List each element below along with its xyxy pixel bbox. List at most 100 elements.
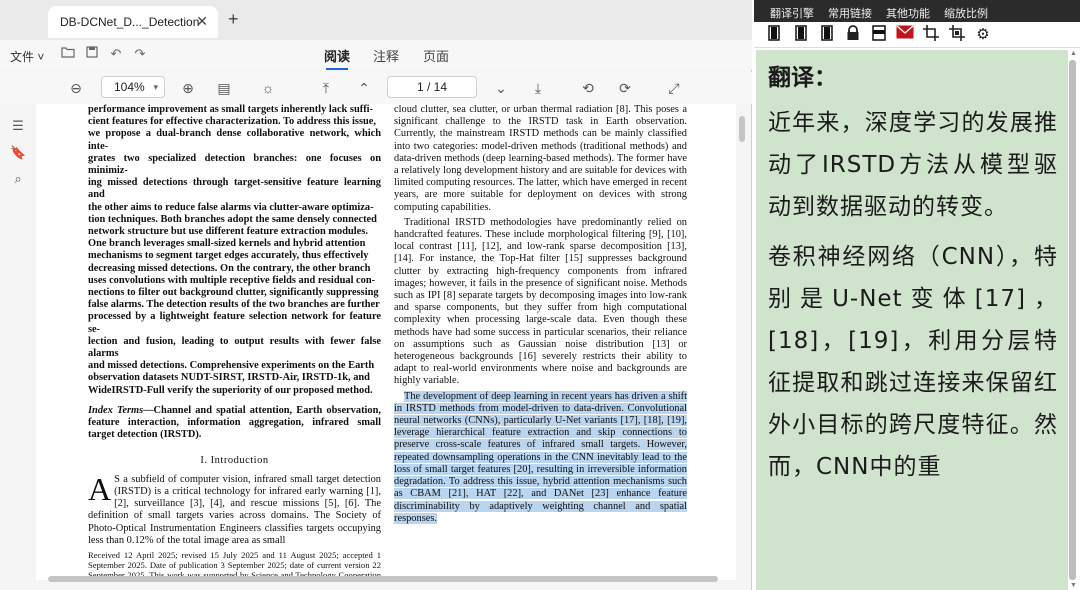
zoom-select[interactable]: 104% ▾ (101, 76, 165, 98)
gear-icon[interactable]: ⚙ (973, 25, 993, 45)
page-number-input[interactable]: 1 / 14 (387, 76, 477, 98)
page-separator: / (426, 80, 431, 94)
last-page-icon[interactable]: ⤓ (528, 78, 548, 98)
abstract-line: performance improvement as small targets… (88, 104, 374, 115)
open-folder-icon[interactable] (60, 46, 76, 62)
fullscreen-icon[interactable]: ⤢ (664, 78, 684, 98)
doc-icon[interactable] (764, 25, 784, 45)
abstract-line: uses convolutions with multiple receptiv… (88, 274, 376, 286)
bookmark-icon[interactable]: 🔖 (10, 145, 26, 161)
abstract-line: ing missed detections through target-sen… (88, 177, 381, 201)
file-menu-label: 文件 (10, 50, 35, 64)
brightness-icon[interactable]: ☼ (258, 78, 278, 98)
doc-icon[interactable] (817, 25, 837, 45)
close-tab-icon[interactable]: ✕ (196, 13, 208, 30)
menu-translation-engine[interactable]: 翻译引擎 (770, 5, 814, 21)
menu-bar: 文件 ˅ ↶ ↷ 阅读 注释 页面 (0, 40, 752, 70)
abstract-line: grates two specialized detection branche… (88, 152, 381, 177)
vertical-scrollbar[interactable] (738, 104, 746, 580)
rotate-left-icon[interactable]: ⟲ (578, 78, 598, 98)
file-menu[interactable]: 文件 ˅ (10, 48, 44, 65)
right-paragraph-3-selected[interactable]: The development of deep learning in rece… (394, 390, 687, 525)
index-terms: Index Terms—Channel and spatial attentio… (88, 405, 381, 442)
total-pages: 14 (433, 80, 448, 94)
next-page-icon[interactable]: ⌄ (491, 78, 511, 98)
pdf-toolbar: ⊖ 104% ▾ ⊕ ▤ ☼ ⤒ ⌃ 1 / 14 ⌄ ⤓ ⟲ ⟳ ⤢ (0, 72, 752, 104)
translation-scrollbar[interactable] (1068, 60, 1076, 580)
redo-icon[interactable]: ↷ (132, 46, 148, 62)
tab-read[interactable]: 阅读 (324, 46, 350, 70)
tab-pages[interactable]: 页面 (423, 46, 449, 65)
document-tab-title: DB-DCNet_D..._Detection (60, 15, 200, 29)
app-root: DB-DCNet_D..._Detection ✕ + 文件 ˅ ↶ ↷ 阅读 … (0, 0, 1080, 590)
translation-paragraph-1: 近年来，深度学习的发展推动了IRSTD方法从模型驱动到数据驱动的转变。 (768, 110, 1058, 220)
abstract-line: processed by a lightweight feature selec… (88, 311, 381, 335)
abstract-text: performance improvement as small targets… (88, 104, 381, 397)
left-sidebar: ☰ 🔖 ⌕ (0, 104, 36, 590)
tab-annotate[interactable]: 注释 (373, 46, 399, 65)
menu-other-functions[interactable]: 其他功能 (886, 5, 930, 21)
previous-page-icon[interactable]: ⌃ (354, 78, 374, 98)
rotate-right-icon[interactable]: ⟳ (615, 78, 635, 98)
search-icon[interactable]: ⌕ (10, 171, 26, 187)
abstract-line: lection and fusion, leading to output re… (88, 335, 381, 360)
document-tab[interactable]: DB-DCNet_D..._Detection ✕ (48, 6, 218, 38)
scroll-up-icon[interactable]: ▲ (1070, 50, 1077, 57)
doc-icon[interactable] (791, 25, 811, 45)
page-layout-icon[interactable]: ▤ (214, 78, 234, 98)
first-page-icon[interactable]: ⤒ (316, 78, 336, 98)
translation-panel: 翻译引擎 常用链接 其他功能 缩放比例 ⚙ 翻译： 近年来，深度学习的发展推动了… (754, 0, 1080, 590)
save-icon[interactable] (84, 46, 100, 62)
translation-title: 翻译： (768, 65, 837, 91)
right-paragraph-1: cloud clutter, sea clutter, or urban the… (394, 104, 687, 213)
right-paragraph-2: Traditional IRSTD methodologies have pre… (394, 216, 687, 387)
zoom-in-icon[interactable]: ⊕ (178, 78, 198, 98)
menu-zoom-ratio[interactable]: 缩放比例 (944, 5, 988, 21)
lock-icon[interactable] (843, 25, 863, 45)
intro-text: S a subfield of computer vision, infrare… (88, 473, 381, 546)
intro-heading: I. Introduction (200, 455, 269, 467)
crop-icon[interactable] (921, 25, 941, 45)
abstract-line: tion techniques. Both branches adopt the… (88, 213, 377, 225)
horizontal-scrollbar[interactable] (36, 575, 736, 583)
left-column: performance improvement as small targets… (88, 104, 381, 580)
abstract-line: we propose a dual-branch dense collabora… (88, 128, 381, 152)
pdf-page[interactable]: performance improvement as small targets… (36, 104, 736, 580)
abstract-line: the other aims to reduce false alarms vi… (88, 201, 374, 213)
zoom-out-icon[interactable]: ⊖ (66, 78, 86, 98)
undo-icon[interactable]: ↶ (108, 46, 124, 62)
zoom-value: 104% (114, 80, 145, 94)
translation-paragraph-2: 卷积神经网络（CNN），特别是U-Net变体[17]，[18]，[19]，利用分… (768, 244, 1058, 480)
index-terms-label: Index Terms (88, 404, 144, 416)
outline-icon[interactable]: ☰ (10, 118, 26, 134)
abstract-line: false alarms. The detection results of t… (88, 299, 380, 311)
right-column: cloud clutter, sea clutter, or urban the… (394, 104, 687, 528)
translation-content: 翻译： 近年来，深度学习的发展推动了IRSTD方法从模型驱动到数据驱动的转变。 … (756, 50, 1068, 590)
menu-common-links[interactable]: 常用链接 (828, 5, 872, 21)
translation-toolbar: ⚙ (754, 22, 1080, 48)
quick-actions: ↶ ↷ (60, 46, 148, 62)
translation-menu-bar: 翻译引擎 常用链接 其他功能 缩放比例 (754, 0, 1080, 22)
abstract-line: mechanisms to segment target edges accur… (88, 250, 369, 262)
current-page: 1 (416, 80, 424, 94)
selected-text: The development of deep learning in rece… (394, 390, 687, 524)
chevron-down-icon: ▾ (153, 82, 158, 92)
scroll-down-icon[interactable]: ▼ (1070, 582, 1077, 589)
intro-dropcap: A (88, 470, 112, 507)
new-tab-button[interactable]: + (228, 9, 239, 30)
tab-bar: DB-DCNet_D..._Detection ✕ + (0, 0, 752, 40)
crop-alt-icon[interactable] (947, 25, 967, 45)
mail-icon[interactable] (895, 25, 915, 45)
window-icon[interactable] (869, 25, 889, 45)
abstract-line: network structure but use different feat… (88, 226, 368, 238)
abstract-line: and missed detections. Comprehensive exp… (88, 360, 375, 372)
horizontal-scroll-thumb[interactable] (48, 576, 718, 582)
abstract-line: WideIRSTD-Full verify the superiority of… (88, 384, 373, 396)
abstract-line: nections to filter out background clutte… (88, 287, 379, 299)
abstract-line: observation datasets NUDT-SIRST, IRSTD-A… (88, 372, 370, 384)
abstract-line: One branch leverages small-sized kernels… (88, 238, 366, 250)
translation-scroll-thumb[interactable] (1069, 60, 1076, 580)
intro-paragraph: AS a subfield of computer vision, infrar… (88, 470, 381, 547)
vertical-scroll-thumb[interactable] (739, 116, 745, 142)
pdf-reader-window: DB-DCNet_D..._Detection ✕ + 文件 ˅ ↶ ↷ 阅读 … (0, 0, 752, 590)
